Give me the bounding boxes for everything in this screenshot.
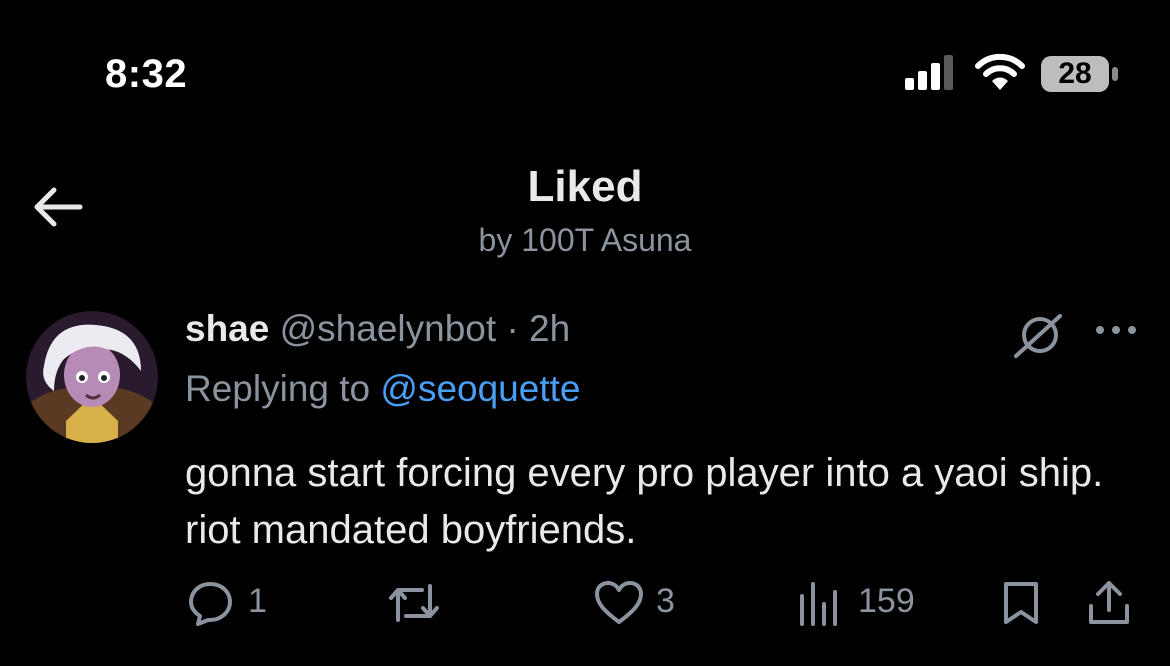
avatar-image <box>26 311 158 443</box>
author-name[interactable]: shae <box>185 308 269 349</box>
author-handle[interactable]: @shaelynbot <box>280 308 497 349</box>
heart-icon[interactable] <box>594 580 644 626</box>
bookmark-icon[interactable] <box>1000 580 1042 626</box>
battery-indicator: 28 <box>1040 55 1120 93</box>
avatar[interactable] <box>26 311 158 443</box>
more-dots-icon[interactable] <box>1092 316 1140 344</box>
like-count[interactable]: 3 <box>656 582 675 621</box>
replying-to-mention[interactable]: @seoquette <box>380 368 580 409</box>
reply-bubble-icon[interactable] <box>188 580 234 626</box>
view-count[interactable]: 159 <box>858 582 915 621</box>
reply-count[interactable]: 1 <box>248 582 267 621</box>
grok-icon[interactable] <box>1010 310 1066 360</box>
share-icon[interactable] <box>1086 580 1132 626</box>
tweet-header: shae @shaelynbot · 2h <box>185 308 570 350</box>
page-subtitle: by 100T Asuna <box>478 222 692 258</box>
page-title: Liked <box>527 162 643 211</box>
cellular-signal-icon <box>905 55 953 90</box>
battery-level: 28 <box>1058 57 1092 90</box>
retweet-icon[interactable] <box>386 580 442 626</box>
status-time: 8:32 <box>105 52 188 96</box>
replying-to: Replying to @seoquette <box>185 368 580 410</box>
separator-dot: · <box>506 308 519 349</box>
replying-to-label: Replying to <box>185 368 371 409</box>
tweet-text: gonna start forcing every pro player int… <box>185 451 1104 552</box>
tweet-age[interactable]: 2h <box>529 308 570 349</box>
wifi-icon <box>975 53 1025 90</box>
views-chart-icon[interactable] <box>798 580 840 626</box>
